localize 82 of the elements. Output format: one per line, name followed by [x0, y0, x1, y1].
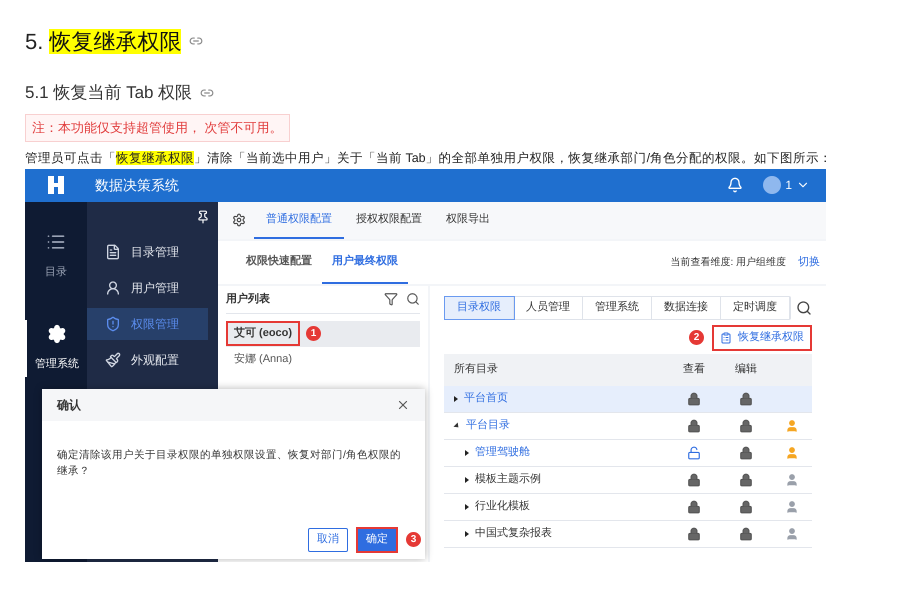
- cancel-button[interactable]: 取消: [308, 528, 348, 552]
- subtab[interactable]: 用户最终权限: [322, 240, 408, 284]
- filter-icon[interactable]: [384, 292, 398, 306]
- search-icon[interactable]: [796, 300, 812, 316]
- tab[interactable]: 授权权限配置: [344, 202, 434, 238]
- logo-icon: [45, 174, 67, 196]
- lock-icon[interactable]: [687, 526, 701, 540]
- collapsed-caret-icon[interactable]: [465, 476, 469, 482]
- section-heading: 5. 恢复继承权限: [25, 28, 182, 56]
- user-count: 1: [785, 177, 792, 194]
- subsection-heading: 5.1 恢复当前 Tab 权限: [25, 82, 192, 104]
- directory-name: 中国式复杂报表: [475, 526, 552, 542]
- tab[interactable]: 权限导出: [434, 202, 502, 238]
- directory-name: 平台首页: [464, 391, 508, 406]
- restore-permission-button[interactable]: 恢复继承权限: [712, 324, 812, 350]
- menu-item[interactable]: 外观配置: [87, 344, 208, 376]
- user-inherit-icon[interactable]: [785, 526, 799, 540]
- column-header: 编辑: [734, 362, 758, 378]
- dimension-label: 当前查看维度: 用户组维度: [670, 256, 786, 270]
- tab[interactable]: 普通权限配置: [254, 202, 344, 238]
- lock-icon[interactable]: [687, 392, 701, 406]
- step-marker: 1: [306, 326, 322, 341]
- lock-icon[interactable]: [739, 526, 753, 540]
- permission-tab[interactable]: 人员管理: [514, 296, 583, 318]
- permission-tab[interactable]: 数据连接: [652, 296, 721, 318]
- lock-icon[interactable]: [739, 446, 753, 460]
- collapsed-caret-icon[interactable]: [454, 396, 458, 402]
- collapsed-caret-icon[interactable]: [465, 530, 469, 536]
- notification-icon[interactable]: [727, 177, 744, 193]
- restore-icon: [720, 332, 732, 344]
- permission-tab[interactable]: 管理系统: [583, 296, 652, 318]
- document-icon: [105, 244, 121, 260]
- tree-row[interactable]: 平台首页: [444, 386, 812, 412]
- dialog-title: 确认: [57, 396, 82, 414]
- rail-item[interactable]: 目录: [25, 228, 87, 284]
- directory-name: 管理驾驶舱: [475, 445, 530, 460]
- step-marker: 3: [406, 532, 421, 547]
- directory-name: 平台目录: [466, 418, 510, 434]
- shield-icon: [105, 316, 121, 332]
- user-item[interactable]: 艾可 (eoco) 1: [226, 320, 420, 346]
- search-icon[interactable]: [406, 292, 420, 306]
- confirm-button[interactable]: 确定: [356, 526, 398, 552]
- switch-link[interactable]: 切换: [798, 254, 820, 270]
- permission-tab[interactable]: 定时调度: [721, 296, 790, 318]
- settings-icon[interactable]: [232, 213, 246, 227]
- intro-paragraph: 管理员可点击「恢复继承权限」清除「当前选中用户」关于「当前 Tab」的全部单独用户权限，恢复继承部门/角色分配的权限。如下图所示：: [25, 150, 834, 166]
- menu-item[interactable]: 用户管理: [87, 272, 208, 304]
- user-inherit-icon[interactable]: [785, 472, 799, 486]
- lock-icon[interactable]: [687, 472, 701, 486]
- unlock-icon[interactable]: [687, 446, 701, 460]
- settings-icon: [47, 324, 67, 344]
- directory-name: 行业化模板: [475, 499, 530, 514]
- lock-icon[interactable]: [687, 418, 701, 432]
- lock-icon[interactable]: [739, 472, 753, 486]
- subtab[interactable]: 权限快速配置: [236, 240, 322, 284]
- tree-row[interactable]: 管理驾驶舱: [444, 440, 812, 466]
- menu-item[interactable]: 目录管理: [87, 236, 208, 268]
- lock-icon[interactable]: [739, 418, 753, 432]
- step-marker: 2: [689, 330, 704, 345]
- expanded-caret-icon[interactable]: [453, 422, 461, 430]
- note-box: 注：本功能仅支持超管使用， 次管不可用。: [25, 114, 290, 142]
- pin-icon[interactable]: [196, 210, 210, 224]
- tree-row[interactable]: 行业化模板: [444, 494, 812, 520]
- app-title: 数据决策系统: [95, 176, 179, 194]
- user-icon: [105, 280, 121, 296]
- tree-row[interactable]: 平台目录: [444, 412, 812, 440]
- user-inherit-icon[interactable]: [785, 500, 799, 514]
- permission-tab[interactable]: 目录权限: [445, 296, 514, 318]
- tree-row[interactable]: 模板主题示例: [444, 466, 812, 494]
- lock-icon[interactable]: [739, 392, 753, 406]
- column-header: 所有目录: [453, 362, 499, 378]
- lock-icon[interactable]: [739, 500, 753, 514]
- tree-row[interactable]: 中国式复杂报表: [444, 520, 812, 548]
- collapsed-caret-icon[interactable]: [465, 450, 469, 456]
- user-item[interactable]: 安娜 (Anna): [226, 346, 420, 372]
- lock-icon[interactable]: [687, 500, 701, 514]
- brush-icon: [105, 352, 121, 368]
- user-list-title: 用户列表: [226, 292, 271, 307]
- directory-name: 模板主题示例: [475, 472, 541, 488]
- collapsed-caret-icon[interactable]: [465, 504, 469, 510]
- dialog-message: 确定清除该用户关于目录权限的单独权限设置、恢复对部门/角色权限的继承？: [57, 448, 402, 478]
- column-header: 查看: [682, 362, 706, 378]
